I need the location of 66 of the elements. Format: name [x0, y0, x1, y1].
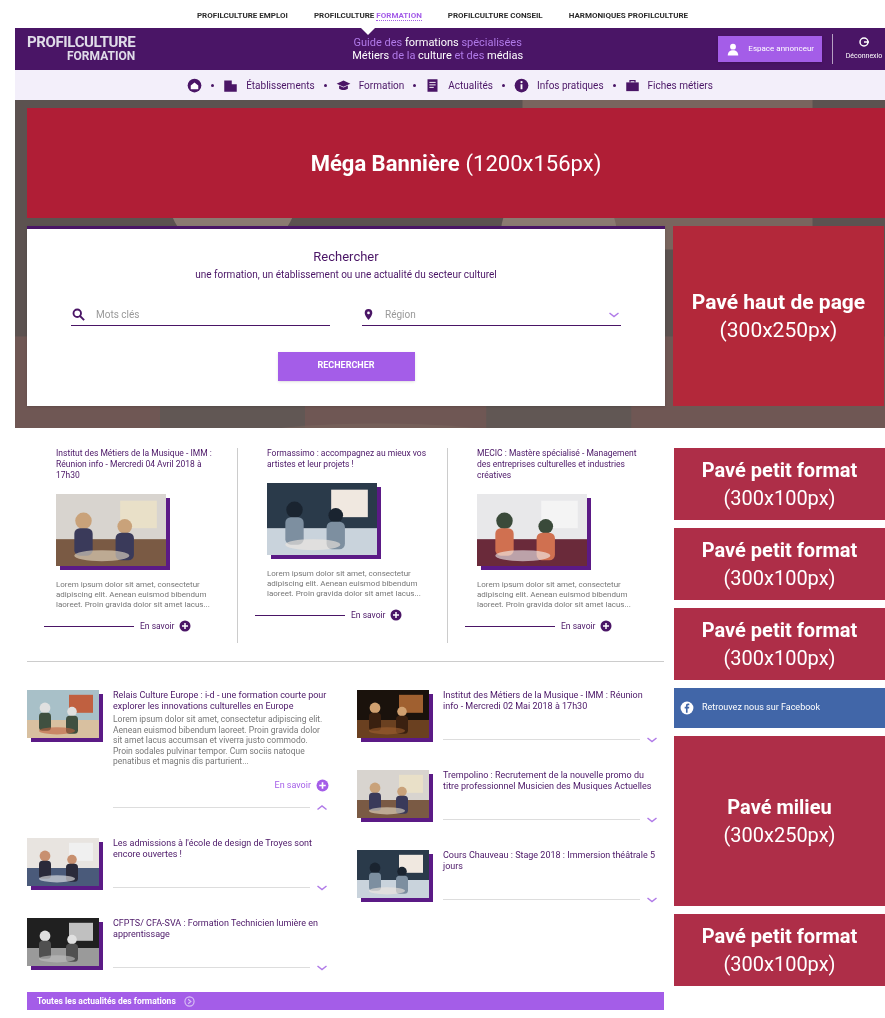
search-icon	[71, 306, 86, 322]
plus-icon	[179, 620, 192, 633]
ad-size: (300x100px)	[723, 645, 836, 672]
home-link[interactable]	[187, 77, 203, 93]
ad-title: Pavé milieu	[727, 794, 832, 821]
info-icon	[513, 77, 529, 93]
article-title[interactable]: Formassimo : accompagnez au mieux vos artistes et leur projets !	[267, 448, 427, 477]
read-more-link[interactable]: En savoir	[351, 609, 403, 622]
news-title[interactable]: Institut des Métiers de la Musique - IMM : Réunion info - Mercredi 02 Mai 2018 à 17h30	[443, 690, 659, 712]
briefcase-icon	[624, 77, 640, 93]
ad-title: Pavé petit format	[701, 537, 858, 564]
article-excerpt: Lorem ipsum dolor sit amet, consectetur adipiscing elit. Aenean euismod bibendum laoreet. Proin gravida dolor sit amet lacus...	[267, 569, 422, 599]
ad-size: (300x250px)	[723, 822, 836, 849]
news-title[interactable]: Cours Chauveau : Stage 2018 : Immersion théâtrale 5 jours	[443, 850, 659, 872]
search-title: Rechercher	[313, 248, 379, 266]
ad-size: (300x250px)	[719, 317, 838, 344]
news-title[interactable]: Trempolino : Recrutement de la nouvelle promo du titre professionnel Musicien des Musiques Actuelles	[443, 770, 659, 792]
logo-subtext: FORMATION	[66, 49, 137, 63]
news-title[interactable]: CFPTS/ CFA-SVA : Formation Technicien lumière en apprentissage	[113, 918, 329, 940]
ad-title: Pavé petit format	[701, 617, 858, 644]
article-title[interactable]: MECIC : Mastère spécialisé - Management des entreprises culturelles et industries créatives	[477, 448, 637, 488]
region-field[interactable]: Région	[385, 306, 597, 322]
nav-link[interactable]: Actualités	[425, 77, 493, 93]
logout-icon	[858, 36, 870, 49]
ad-title: Pavé petit format	[701, 923, 858, 950]
location-pin-icon	[362, 307, 375, 321]
article-excerpt: Lorem ipsum dolor sit amet, consectetur adipiscing elit. Aenean euismod bibendum laoreet. Proin gravida dolor sit amet lacus...	[477, 580, 632, 610]
tagline-text: Métiers de la culture et des médias	[352, 49, 524, 62]
ad-size: (300x100px)	[723, 565, 836, 592]
news-title[interactable]: Relais Culture Europe : i-d - une formation courte pour explorer les innovations culturelles en Europe	[113, 690, 329, 712]
article-title[interactable]: Institut des Métiers de la Musique - IMM : Réunion info - Mercredi 04 Avril 2018 à 17h30	[56, 448, 217, 488]
plus-icon	[390, 609, 403, 622]
search-subtitle: une formation, un établissement ou une actualité du secteur culturel	[195, 267, 497, 282]
ad-size: (300x100px)	[723, 485, 836, 512]
nav-link[interactable]: Infos pratiques	[513, 77, 604, 93]
ad-size: (300x100px)	[723, 951, 836, 978]
plus-icon	[600, 620, 613, 633]
article-excerpt: Lorem ipsum dolor sit amet, consectetur adipiscing elit. Aenean euismod bibendum laoreet. Proin gravida dolor sit amet lacus...	[56, 580, 211, 610]
nav-link[interactable]: Établissements	[223, 77, 315, 93]
tagline-text: Guide des formations spécialisées	[353, 36, 522, 49]
top-link[interactable]: PROFILCULTURE EMPLOI	[196, 11, 288, 35]
document-icon	[425, 77, 441, 93]
news-title[interactable]: Les admissions à l'école de design de Troyes sont encore ouvertes !	[113, 838, 329, 860]
banner-size: (1200x156px)	[465, 149, 602, 178]
read-more-link[interactable]: En savoir	[140, 620, 192, 633]
ad-title: Pavé haut de page	[691, 289, 866, 316]
all-news-bar[interactable]: Toutes les actualités des formations	[27, 992, 664, 1010]
facebook-icon	[680, 701, 694, 715]
search-button[interactable]: RECHERCHER	[277, 351, 415, 381]
home-icon	[187, 77, 203, 93]
banner-title: Méga Bannière	[310, 149, 460, 178]
top-link[interactable]: PROFILCULTURE CONSEIL	[447, 11, 543, 35]
nav-link[interactable]: Fiches métiers	[624, 77, 713, 93]
news-excerpt: Lorem ipsum dolor sit amet, consectetur adipiscing elit. Aenean euismod bibendum laoreet. Proin gravida dolor sit amet lacus accumsan et viverra justo commodo. Proin sodales pulvinar tempor. Cum sociis natoque penatibus et magnis dis parturient...	[113, 714, 324, 767]
logo-text: PROFILCULTURE	[27, 35, 137, 49]
plus-icon	[316, 778, 329, 792]
arrow-circle-icon	[183, 995, 195, 1007]
ad-title: Pavé petit format	[701, 457, 858, 484]
advertiser-button[interactable]: Espace annonceur	[718, 36, 822, 62]
top-link[interactable]: HARMONIQUES PROFILCULTURE	[568, 11, 689, 35]
keywords-field[interactable]: Mots clés	[96, 306, 330, 322]
read-more-link[interactable]: En savoir	[561, 620, 613, 633]
nav-link[interactable]: Formation	[335, 77, 405, 93]
read-more-link[interactable]: En savoir	[274, 778, 329, 792]
user-icon	[726, 42, 741, 56]
facebook-banner[interactable]: Retrouvez nous sur Facebook	[674, 688, 885, 728]
